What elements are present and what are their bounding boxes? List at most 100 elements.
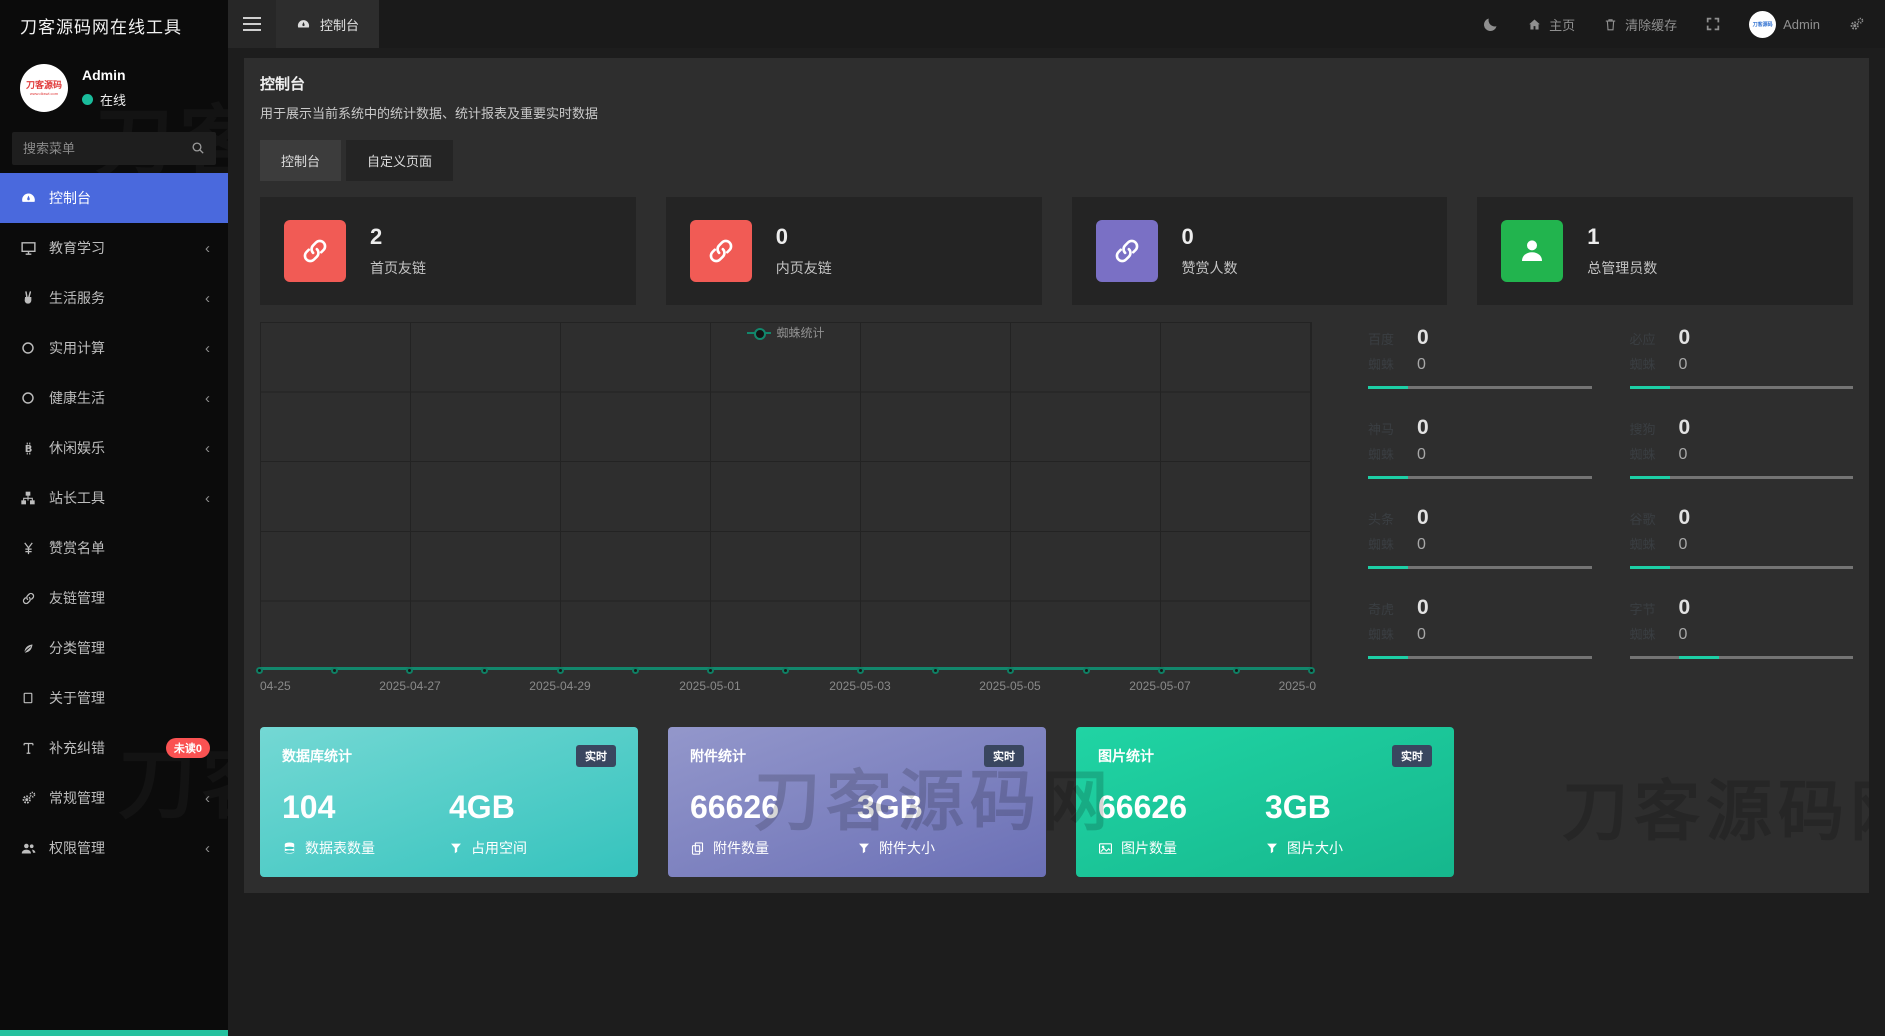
page-tabs: 控制台 自定义页面: [260, 140, 1853, 181]
gauge-icon: [296, 17, 311, 32]
sidebar-item-health[interactable]: 健康生活 ‹: [0, 373, 228, 423]
sidebar-item-label: 生活服务: [49, 288, 105, 308]
circle-icon: [18, 390, 38, 406]
settings-cogs-button[interactable]: [1848, 16, 1865, 33]
tab-custom-page[interactable]: 自定义页面: [346, 140, 453, 181]
spider-sub-value: 0: [1417, 446, 1426, 464]
sidebar-item-friend-links[interactable]: 友链管理: [0, 573, 228, 623]
stat-card-inner-links: 0 内页友链: [666, 197, 1042, 305]
online-status-label: 在线: [100, 90, 126, 109]
sidebar-item-categories[interactable]: 分类管理: [0, 623, 228, 673]
progress-bar: [1368, 566, 1592, 569]
sidebar-bottom-accent: [0, 1030, 228, 1036]
sidebar-item-life-services[interactable]: 生活服务 ‹: [0, 273, 228, 323]
sidebar-item-education[interactable]: 教育学习 ‹: [0, 223, 228, 273]
legend-label: 蜘蛛统计: [776, 324, 824, 341]
stat-value: 2: [370, 224, 426, 250]
stat-card-admins: 1 总管理员数: [1477, 197, 1853, 305]
sidebar-item-about[interactable]: 关于管理: [0, 673, 228, 723]
user-name: Admin: [82, 67, 126, 83]
user-menu[interactable]: 刀客源码 Admin: [1749, 11, 1820, 38]
cogs-icon: [18, 790, 38, 807]
spider-sub-value: 0: [1417, 626, 1426, 644]
spider-value: 0: [1417, 506, 1429, 530]
spider-stat-item: 神马0 蜘蛛0: [1368, 416, 1592, 479]
image-stats-card: 图片统计 实时 66626 图片数量 3GB: [1076, 727, 1454, 877]
spider-stat-item: 字节0 蜘蛛0: [1630, 596, 1854, 659]
spider-sub-value: 0: [1679, 536, 1688, 554]
chevron-left-icon: ‹: [205, 340, 210, 357]
sidebar-item-donor-list[interactable]: 赞赏名单: [0, 523, 228, 573]
spider-stat-item: 必应0 蜘蛛0: [1630, 326, 1854, 389]
card-value: 66626: [1098, 789, 1265, 826]
hand-peace-icon: [18, 290, 38, 306]
spider-engine-label: 百度: [1368, 329, 1402, 348]
dark-mode-toggle[interactable]: [1482, 16, 1499, 33]
home-link[interactable]: 主页: [1527, 15, 1575, 34]
topbar: 控制台 主页 清除缓存 刀客源码 Admin: [228, 0, 1885, 48]
link-icon: [1096, 220, 1158, 282]
sitemap-icon: [18, 490, 38, 506]
square-icon: [18, 691, 38, 705]
spider-engine-label: 必应: [1630, 329, 1664, 348]
spider-stat-item: 百度0 蜘蛛0: [1368, 326, 1592, 389]
card-label: 数据表数量: [305, 838, 375, 858]
sidebar-item-label: 休闲娱乐: [49, 438, 105, 458]
x-tick-label: 2025-05-07: [1129, 679, 1190, 693]
filter-icon: [449, 841, 463, 855]
spider-value: 0: [1679, 416, 1691, 440]
avatar[interactable]: 刀客源码 www.dkswl.com: [20, 64, 68, 112]
sidebar-item-label: 友链管理: [49, 588, 105, 608]
sidebar-item-calculators[interactable]: 实用计算 ‹: [0, 323, 228, 373]
card-label: 图片数量: [1121, 838, 1177, 858]
dashboard-panel: 刀客源码网 刀客源码网 控制台 用于展示当前系统中的统计数据、统计报表及重要实时…: [244, 58, 1869, 893]
home-label: 主页: [1549, 15, 1575, 34]
hamburger-menu-button[interactable]: [228, 0, 276, 48]
copy-icon: [690, 841, 705, 856]
realtime-badge: 实时: [576, 745, 616, 767]
avatar: 刀客源码: [1749, 11, 1776, 38]
sidebar-item-general-settings[interactable]: 常规管理 ‹: [0, 773, 228, 823]
chart-legend[interactable]: 蜘蛛统计: [746, 324, 824, 341]
sidebar-item-corrections[interactable]: 补充纠错 未读0: [0, 723, 228, 773]
tab-dashboard[interactable]: 控制台: [260, 140, 341, 181]
search-input[interactable]: [12, 132, 216, 165]
x-tick-label: 2025-05-01: [679, 679, 740, 693]
spider-sublabel: 蜘蛛: [1630, 624, 1664, 643]
avatar-logo-text: 刀客源码: [26, 81, 62, 90]
trash-icon: [1603, 17, 1618, 32]
spider-stat-item: 谷歌0 蜘蛛0: [1630, 506, 1854, 569]
sidebar-item-label: 健康生活: [49, 388, 105, 408]
chevron-left-icon: ‹: [205, 490, 210, 507]
clear-cache-button[interactable]: 清除缓存: [1603, 15, 1677, 34]
spider-stat-item: 奇虎0 蜘蛛0: [1368, 596, 1592, 659]
fullscreen-button[interactable]: [1705, 16, 1721, 32]
sidebar-item-label: 站长工具: [49, 488, 105, 508]
user-profile: 刀客源码 www.dkswl.com Admin 在线: [0, 50, 228, 122]
sidebar-item-dashboard[interactable]: 控制台: [0, 173, 228, 223]
spider-value: 0: [1417, 596, 1429, 620]
sidebar-item-label: 控制台: [49, 188, 91, 208]
image-icon: [1098, 841, 1113, 856]
progress-bar: [1630, 476, 1854, 479]
card-value: 4GB: [449, 789, 616, 826]
chevron-left-icon: ‹: [205, 240, 210, 257]
sidebar-item-label: 关于管理: [49, 688, 105, 708]
search-icon[interactable]: [190, 140, 206, 156]
attachment-stats-card: 附件统计 实时 66626 附件数量 3GB: [668, 727, 1046, 877]
sidebar-item-permissions[interactable]: 权限管理 ‹: [0, 823, 228, 873]
sidebar-item-entertainment[interactable]: 休闲娱乐 ‹: [0, 423, 228, 473]
realtime-badge: 实时: [1392, 745, 1432, 767]
app-title: 刀客源码网在线工具: [0, 0, 228, 50]
spider-sub-value: 0: [1679, 626, 1688, 644]
spider-value: 0: [1679, 596, 1691, 620]
sidebar-item-label: 实用计算: [49, 338, 105, 358]
tab-dashboard-top[interactable]: 控制台: [276, 0, 379, 48]
spider-sub-value: 0: [1417, 356, 1426, 374]
card-title: 附件统计: [690, 746, 746, 766]
progress-bar: [1630, 656, 1854, 659]
progress-bar: [1368, 656, 1592, 659]
sidebar-item-webmaster-tools[interactable]: 站长工具 ‹: [0, 473, 228, 523]
stat-cards-row: 2 首页友链 0 内页友链 0 赞赏人数: [260, 197, 1853, 305]
spider-sublabel: 蜘蛛: [1368, 444, 1402, 463]
